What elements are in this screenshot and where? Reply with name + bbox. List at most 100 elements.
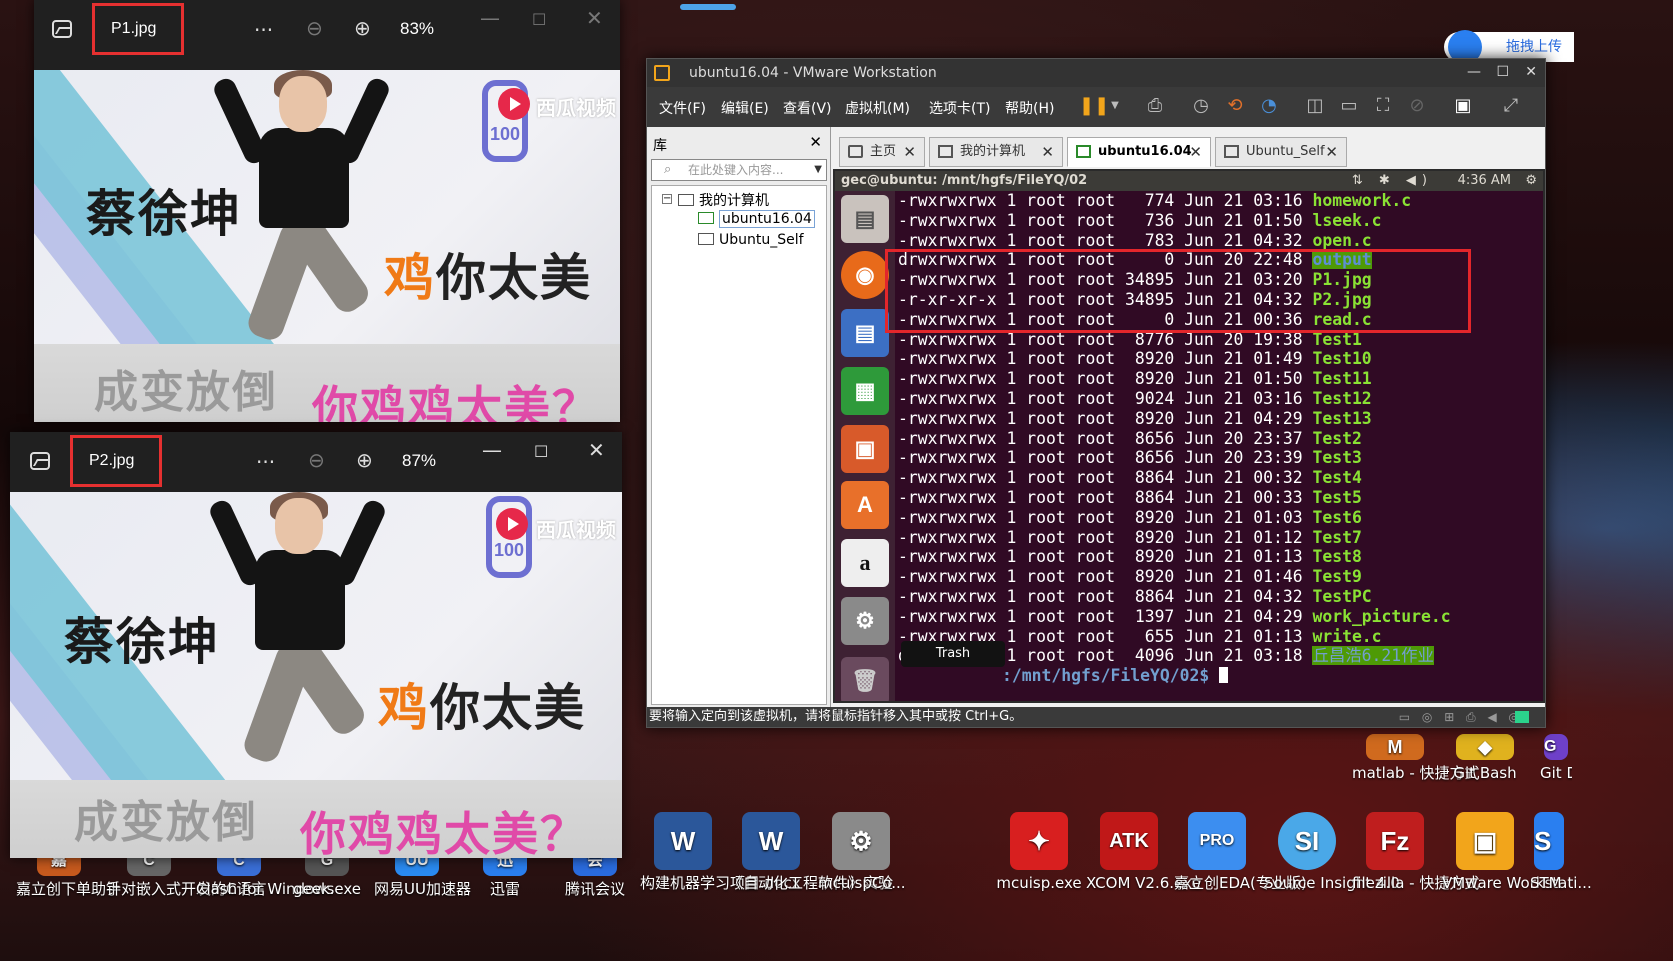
impress-launcher-icon[interactable]: ▣ — [841, 425, 889, 473]
fullscreen-icon[interactable]: ⛶ — [1371, 95, 1395, 117]
zoom-in-icon[interactable]: ⊕ — [356, 450, 373, 470]
close-icon[interactable]: ✕ — [1189, 138, 1202, 166]
menu-help[interactable]: 帮助(H) — [1005, 98, 1054, 118]
console-icon[interactable]: ▣ — [1451, 95, 1475, 117]
close-icon[interactable]: ✕ — [1041, 138, 1054, 166]
clock[interactable]: 4:36 AM — [1458, 171, 1511, 191]
close-icon[interactable]: ✕ — [588, 440, 605, 460]
more-options-button[interactable]: ··· — [254, 20, 273, 40]
library-panel: 库 ✕ ⌕ 在此处键入内容... ▼ − 我的计算机 ubuntu16.04 U… — [647, 127, 831, 709]
close-icon[interactable]: ✕ — [809, 133, 822, 151]
desktop-icon-ml-docx[interactable]: W 构建机器学习项目.docx — [640, 812, 801, 893]
tab-ubuntu-self[interactable]: Ubuntu_Self ✕ — [1215, 137, 1347, 167]
vmware-window[interactable]: ubuntu16.04 - VMware Workstation — ☐ ✕ 文… — [646, 58, 1546, 728]
minimize-icon[interactable]: — — [1467, 59, 1481, 85]
desktop-icon-label: Source Insight 4.0 — [1264, 874, 1400, 892]
caption-name: 蔡徐坤 — [64, 613, 220, 671]
desktop-icon-jlc-eda[interactable]: PRO 嘉立创EDA(专业版) — [1174, 812, 1307, 893]
tab-my-computer[interactable]: 我的计算机 ✕ — [929, 137, 1063, 167]
minimize-icon[interactable]: — — [482, 440, 502, 460]
photo-viewer-titlebar[interactable]: P1.jpg ··· ⊖ ⊕ 83% — ☐ ✕ — [34, 0, 620, 68]
photo-viewer-window-1[interactable]: P1.jpg ··· ⊖ ⊕ 83% — ☐ ✕ 100 西瓜视频 蔡徐坤 鸡你… — [34, 0, 620, 422]
library-search-input[interactable]: ⌕ 在此处键入内容... ▼ — [651, 159, 827, 181]
close-icon[interactable]: ✕ — [1325, 138, 1338, 166]
maximize-icon[interactable]: ☐ — [534, 442, 548, 462]
file-meta: -rwxrwxrwx 1 root root 8920 Jun 21 01:03 — [898, 507, 1313, 527]
close-icon[interactable]: ✕ — [586, 8, 603, 28]
tab-label: ubuntu16.04 — [1098, 144, 1192, 159]
amazon-launcher-icon[interactable]: a — [841, 539, 889, 587]
zoom-in-icon[interactable]: ⊕ — [354, 18, 371, 38]
library-view-icon[interactable]: ◫ — [1303, 95, 1327, 117]
maximize-icon[interactable]: ☐ — [1496, 59, 1509, 85]
file-name: Test11 — [1312, 369, 1372, 389]
desktop-icon-source-insight[interactable]: SI Source Insight 4.0 — [1264, 812, 1400, 893]
tray-icons[interactable]: ⇅ ✱ ◀) — [1352, 171, 1433, 191]
stretch-icon[interactable]: ⤢ — [1499, 95, 1523, 117]
minimize-icon[interactable]: — — [480, 8, 500, 28]
collapse-icon[interactable]: − — [662, 194, 672, 204]
tab-ubuntu1604[interactable]: ubuntu16.04 ✕ — [1067, 137, 1211, 167]
desktop-icon-git-desktop[interactable]: G Git Des — [1540, 734, 1572, 783]
terminal-line: -rwxrwxrwx 1 root root 8920 Jun 21 01:49… — [898, 349, 1543, 369]
firefox-launcher-icon[interactable]: ◉ — [841, 251, 889, 299]
trash-launcher-icon[interactable]: 🗑 — [841, 657, 889, 701]
tab-label: 主页 — [870, 144, 897, 159]
menu-view[interactable]: 查看(V) — [783, 98, 832, 118]
menu-tabs[interactable]: 选项卡(T) — [929, 98, 990, 118]
chevron-down-icon[interactable]: ▼ — [1103, 95, 1127, 117]
desktop-icon-vmware[interactable]: ▣ VMware Workstati... — [1442, 812, 1592, 893]
close-icon[interactable]: ✕ — [903, 138, 916, 166]
tab-home[interactable]: 主页 ✕ — [839, 137, 925, 167]
ubuntu-guest-screen[interactable]: gec@ubuntu: /mnt/hgfs/FileYQ/02 ⇅ ✱ ◀) 4… — [833, 169, 1545, 703]
unity-icon[interactable]: ⊘ — [1405, 95, 1429, 117]
file-name: Test12 — [1312, 388, 1372, 408]
desktop-icon-git-bash[interactable]: ◆ Git Bash — [1442, 734, 1528, 783]
photo-viewer-titlebar[interactable]: P2.jpg ··· ⊖ ⊕ 87% — ☐ ✕ — [10, 432, 622, 500]
desktop-icon-label: 嘉立创下单助手 — [16, 880, 122, 898]
menu-vm[interactable]: 虚拟机(M) — [845, 98, 910, 118]
terminal-prompt[interactable]: :/mnt/hgfs/FileYQ/02$ — [898, 666, 1543, 686]
device-status-icons[interactable]: ▭ ◎ ⊞ ⎙ ◀ ◎ — [1399, 707, 1523, 727]
desktop-icon-mcuisp-config[interactable]: ⚙ mcuispCo... — [818, 812, 906, 893]
desktop-icon-mcuisp[interactable]: ✦ mcuisp.exe — [996, 812, 1082, 893]
zoom-out-icon[interactable]: ⊖ — [306, 18, 323, 38]
tree-item-my-computer[interactable]: 我的计算机 — [678, 190, 769, 210]
photo-viewer-window-2[interactable]: P2.jpg ··· ⊖ ⊕ 87% — ☐ ✕ 100 西瓜视频 蔡徐坤 鸡你… — [10, 432, 622, 858]
software-center-icon[interactable]: A — [841, 481, 889, 529]
zoom-out-icon[interactable]: ⊖ — [308, 450, 325, 470]
vm-running-icon — [1076, 145, 1091, 158]
menu-file[interactable]: 文件(F) — [659, 98, 706, 118]
more-options-button[interactable]: ··· — [256, 452, 275, 472]
tree-item-ubuntu1604[interactable]: ubuntu16.04 — [698, 210, 815, 228]
snapshot-icon[interactable]: ◷ — [1189, 95, 1213, 117]
close-icon[interactable]: ✕ — [1525, 59, 1537, 85]
desktop-icon-matlab[interactable]: M matlab - 快捷方式 — [1352, 734, 1480, 783]
files-launcher-icon[interactable]: ▤ — [841, 195, 889, 243]
vmware-titlebar[interactable]: ubuntu16.04 - VMware Workstation — ☐ ✕ — [647, 59, 1545, 87]
desktop-icon-xcom[interactable]: ATK XCOM V2.6.exe — [1086, 812, 1201, 893]
file-meta: -rwxrwxrwx 1 root root 8920 Jun 21 01:13 — [898, 547, 1313, 567]
tree-label: Ubuntu_Self — [719, 232, 804, 248]
snapshot-manager-icon[interactable]: ◔ — [1257, 95, 1281, 117]
desktop-icon-label: STM — [1530, 874, 1562, 892]
vm-content-area: 主页 ✕ 我的计算机 ✕ ubuntu16.04 ✕ Ubuntu_Self ✕ gec… — [833, 127, 1545, 709]
writer-launcher-icon[interactable]: ▤ — [841, 309, 889, 357]
send-keys-icon[interactable]: ⎙ — [1143, 95, 1167, 117]
pause-icon[interactable]: ❚❚ — [1079, 95, 1109, 117]
revert-snapshot-icon[interactable]: ⟲ — [1223, 95, 1247, 117]
tree-item-ubuntu-self[interactable]: Ubuntu_Self — [698, 232, 804, 248]
desktop-icon-auto-docx[interactable]: W 《自动化工程软件》实验 — [728, 812, 893, 893]
settings-launcher-icon[interactable]: ⚙ — [841, 597, 889, 645]
desktop-icon-stm[interactable]: S STM — [1530, 812, 1570, 893]
photo-image: 100 西瓜视频 蔡徐坤 鸡你太美 成变放倒 你鸡鸡太美？ — [10, 492, 622, 858]
desktop-icon-filezilla[interactable]: Fz filezilla - 快捷方式 — [1352, 812, 1479, 893]
caption-name: 蔡徐坤 — [86, 185, 242, 243]
chevron-down-icon[interactable]: ▼ — [814, 160, 822, 180]
desktop-icon-label: mcuispCo... — [818, 874, 906, 892]
maximize-icon[interactable]: ☐ — [532, 10, 546, 30]
menu-edit[interactable]: 编辑(E) — [721, 98, 769, 118]
gear-icon[interactable]: ⚙ — [1525, 171, 1537, 191]
thumbnail-view-icon[interactable]: ▭ — [1337, 95, 1361, 117]
calc-launcher-icon[interactable]: ▦ — [841, 367, 889, 415]
